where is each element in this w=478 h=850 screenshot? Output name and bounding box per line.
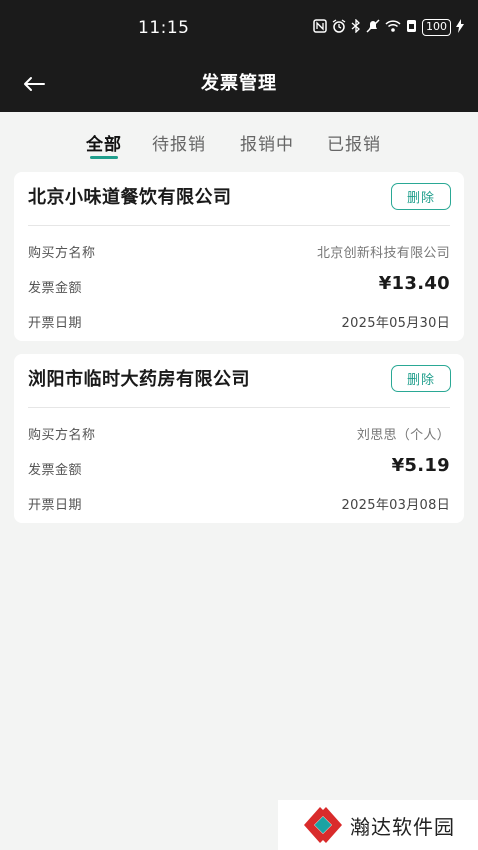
buyer-label: 购买方名称	[28, 246, 96, 261]
date-label: 开票日期	[28, 316, 83, 331]
tab-all[interactable]: 全部	[86, 130, 122, 159]
tab-active-indicator	[90, 156, 118, 159]
delete-button[interactable]: 删除	[391, 365, 451, 392]
tab-reimbursed[interactable]: 已报销	[327, 130, 381, 155]
tab-in-progress[interactable]: 报销中	[240, 130, 294, 155]
page-title: 发票管理	[201, 73, 277, 94]
status-bar: 11:15 100	[0, 0, 478, 56]
sim-icon	[406, 19, 417, 36]
mute-icon	[366, 19, 380, 36]
amount-value: ¥13.40	[378, 273, 450, 294]
alarm-icon	[332, 19, 346, 36]
date-value: 2025年03月08日	[341, 498, 450, 513]
buyer-value: 北京创新科技有限公司	[316, 246, 450, 261]
invoice-card[interactable]: 北京小味道餐饮有限公司 删除 购买方名称 北京创新科技有限公司 发票金额 ¥13…	[14, 172, 464, 341]
status-time: 11:15	[138, 18, 190, 38]
divider	[28, 225, 450, 226]
watermark-text: 瀚达软件园	[350, 815, 455, 839]
amount-label: 发票金额	[28, 281, 83, 296]
charging-icon	[456, 19, 464, 36]
battery-indicator: 100	[422, 19, 451, 36]
amount-label: 发票金额	[28, 463, 83, 478]
date-value: 2025年05月30日	[341, 316, 450, 331]
tab-label: 已报销	[327, 135, 381, 155]
invoice-title: 浏阳市临时大药房有限公司	[28, 369, 250, 390]
nav-bar: 发票管理	[0, 56, 478, 112]
watermark-logo-icon	[304, 807, 342, 843]
filter-tabs: 全部 待报销 报销中 已报销	[0, 112, 478, 164]
wifi-icon	[385, 19, 401, 36]
buyer-label: 购买方名称	[28, 428, 96, 443]
date-label: 开票日期	[28, 498, 83, 513]
tab-label: 报销中	[240, 135, 294, 155]
watermark: 瀚达软件园	[278, 800, 478, 850]
amount-value: ¥5.19	[391, 455, 450, 476]
delete-button[interactable]: 删除	[391, 183, 451, 210]
invoice-card[interactable]: 浏阳市临时大药房有限公司 删除 购买方名称 刘思思（个人） 发票金额 ¥5.19…	[14, 354, 464, 523]
buyer-value: 刘思思（个人）	[356, 428, 450, 443]
tab-label: 全部	[86, 135, 122, 155]
tab-label: 待报销	[152, 135, 206, 155]
divider	[28, 407, 450, 408]
bluetooth-icon	[351, 18, 361, 36]
status-icons: 100	[313, 18, 464, 36]
invoice-title: 北京小味道餐饮有限公司	[28, 187, 232, 208]
nfc-icon	[313, 19, 327, 36]
tab-pending[interactable]: 待报销	[152, 130, 206, 155]
